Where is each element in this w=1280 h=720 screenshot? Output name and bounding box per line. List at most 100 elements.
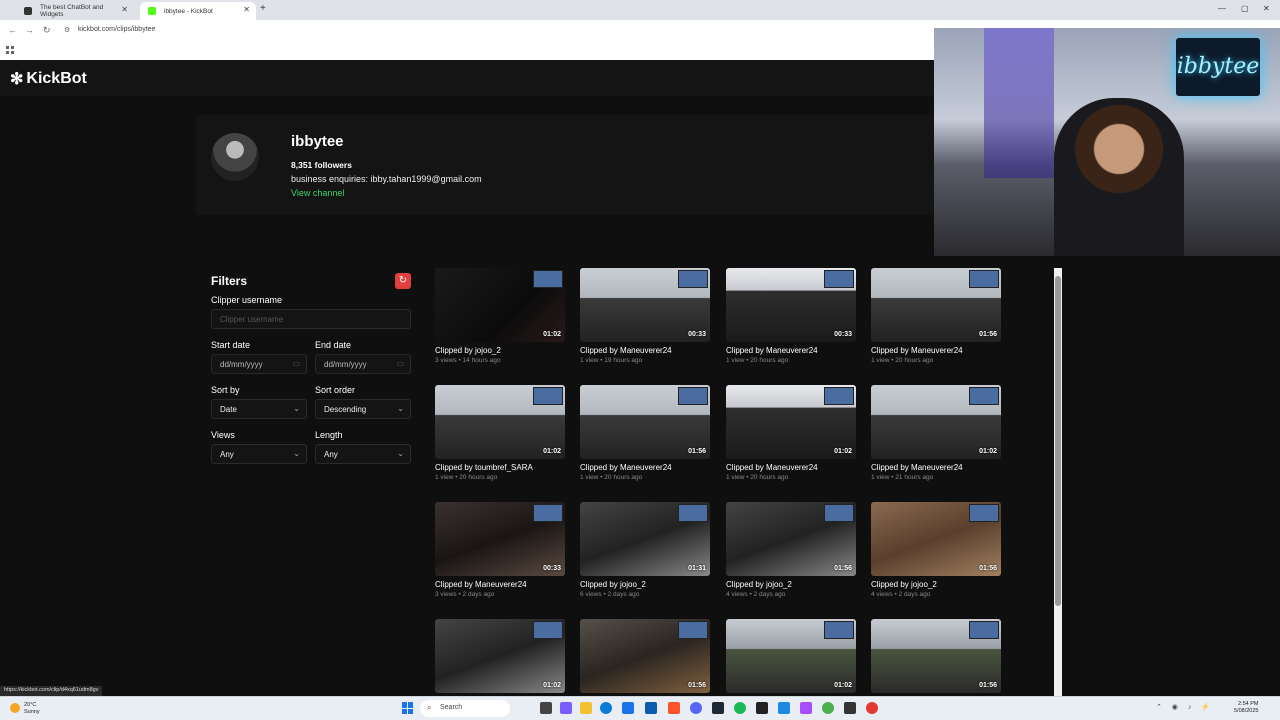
scrollbar-thumb[interactable] bbox=[1055, 276, 1061, 606]
clip-thumbnail[interactable]: 01:56 bbox=[580, 385, 710, 459]
apps-grid-icon[interactable] bbox=[6, 46, 14, 54]
start-button[interactable] bbox=[402, 702, 414, 714]
streamer bbox=[1054, 98, 1184, 256]
clip-duration: 00:33 bbox=[834, 331, 852, 338]
clip-card[interactable]: 01:02 Clipped by Maneuverer24 1 view • 20 … bbox=[726, 385, 856, 485]
clip-thumbnail[interactable]: 01:56 bbox=[580, 619, 710, 693]
taskbar-clock[interactable]: 2:54 PM 5/08/2025 bbox=[1234, 701, 1258, 715]
close-tab-icon[interactable]: ✕ bbox=[243, 5, 250, 14]
discord-icon[interactable] bbox=[690, 702, 702, 714]
clip-thumbnail[interactable]: 01:02 bbox=[435, 619, 565, 693]
task-view-icon[interactable] bbox=[540, 702, 552, 714]
clip-thumbnail[interactable]: 01:31 bbox=[580, 502, 710, 576]
clip-title[interactable]: Clipped by Maneuverer24 bbox=[580, 463, 672, 472]
app-icon[interactable] bbox=[866, 702, 878, 714]
twitch-icon[interactable] bbox=[800, 702, 812, 714]
clip-thumbnail[interactable]: 01:56 bbox=[871, 268, 1001, 342]
clip-card[interactable]: 01:56 Clipped by jojoo_2 4 views • 2 days … bbox=[726, 502, 856, 602]
sort-by-select[interactable]: Date ⌄ bbox=[211, 399, 307, 419]
close-tab-icon[interactable]: ✕ bbox=[121, 5, 128, 14]
epic-games-icon[interactable] bbox=[844, 702, 856, 714]
sort-order-select[interactable]: Descending ⌄ bbox=[315, 399, 411, 419]
clip-thumbnail[interactable]: 01:02 bbox=[435, 268, 565, 342]
terminal-icon[interactable] bbox=[756, 702, 768, 714]
clip-card[interactable]: 01:02 Clipped by toumbref_SARA 1 view • 20… bbox=[435, 385, 565, 485]
calendar-icon[interactable]: ▭ bbox=[396, 359, 404, 368]
clip-thumbnail[interactable]: 01:56 bbox=[871, 619, 1001, 693]
clip-title[interactable]: Clipped by jojoo_2 bbox=[435, 346, 501, 355]
clip-thumbnail[interactable]: 01:02 bbox=[726, 619, 856, 693]
new-tab-button[interactable]: + bbox=[260, 3, 266, 14]
outlook-icon[interactable] bbox=[645, 702, 657, 714]
clip-title[interactable]: Clipped by Maneuverer24 bbox=[580, 346, 672, 355]
maximize-icon[interactable]: ▢ bbox=[1241, 4, 1249, 13]
clip-card[interactable]: 01:02 Clipped by jojoo_2 3 views • 14 hour… bbox=[435, 268, 565, 368]
store-icon[interactable] bbox=[622, 702, 634, 714]
steam-icon[interactable] bbox=[712, 702, 724, 714]
clip-meta: 1 view • 20 hours ago bbox=[871, 357, 934, 364]
clip-title[interactable]: Clipped by Maneuverer24 bbox=[871, 463, 963, 472]
calendar-icon[interactable]: ▭ bbox=[292, 359, 300, 368]
thumbnail-webcam bbox=[824, 621, 854, 639]
clip-thumbnail[interactable]: 01:56 bbox=[726, 502, 856, 576]
clip-thumbnail[interactable]: 01:56 bbox=[871, 502, 1001, 576]
back-icon[interactable]: ← bbox=[8, 25, 17, 35]
clip-thumbnail[interactable]: 00:33 bbox=[726, 268, 856, 342]
thumbnail-webcam bbox=[969, 270, 999, 288]
clip-thumbnail[interactable]: 01:02 bbox=[871, 385, 1001, 459]
length-select[interactable]: Any ⌄ bbox=[315, 444, 411, 464]
clip-title[interactable]: Clipped by Maneuverer24 bbox=[726, 463, 818, 472]
right-pane bbox=[1062, 256, 1280, 696]
clip-meta: 1 view • 19 hours ago bbox=[580, 357, 643, 364]
forward-icon[interactable]: → bbox=[25, 25, 34, 35]
page-scrollbar[interactable] bbox=[1054, 268, 1062, 696]
thumbnail-webcam bbox=[824, 504, 854, 522]
chrome-icon[interactable] bbox=[822, 702, 834, 714]
clipper-username-input[interactable]: Clipper username bbox=[211, 309, 411, 329]
thumbnail-webcam bbox=[678, 387, 708, 405]
clip-card[interactable]: 01:56 Clipped by jojoo_2 4 views • 2 days … bbox=[871, 502, 1001, 602]
url-field[interactable]: kickbot.com/clips/ibbytee bbox=[78, 26, 155, 33]
kickbot-logo[interactable]: ✻ KickBot bbox=[10, 69, 87, 89]
spotify-icon[interactable] bbox=[734, 702, 746, 714]
clip-title[interactable]: Clipped by toumbref_SARA bbox=[435, 463, 533, 472]
site-info-icon[interactable]: ⚙ bbox=[64, 26, 70, 34]
clip-card[interactable]: 00:33 Clipped by Maneuverer24 1 view • 20 … bbox=[726, 268, 856, 368]
copilot-icon[interactable] bbox=[560, 702, 572, 714]
clip-title[interactable]: Clipped by Maneuverer24 bbox=[726, 346, 818, 355]
reload-icon[interactable]: ↻ bbox=[43, 25, 51, 36]
clip-card[interactable]: 01:02 Clipped by Maneuverer24 1 view • 21 … bbox=[871, 385, 1001, 485]
edge-icon[interactable] bbox=[600, 702, 612, 714]
minimize-icon[interactable]: — bbox=[1218, 4, 1226, 13]
close-window-icon[interactable]: ✕ bbox=[1263, 4, 1270, 13]
system-tray[interactable]: ⌃ ◉ ♪ ⚡ bbox=[1156, 703, 1214, 711]
clip-title[interactable]: Clipped by Maneuverer24 bbox=[435, 580, 527, 589]
clip-thumbnail[interactable]: 00:33 bbox=[435, 502, 565, 576]
sort-by-value: Date bbox=[220, 405, 237, 414]
clip-title[interactable]: Clipped by jojoo_2 bbox=[726, 580, 792, 589]
clip-title[interactable]: Clipped by Maneuverer24 bbox=[871, 346, 963, 355]
clip-card[interactable]: 00:33 Clipped by Maneuverer24 1 view • 19 … bbox=[580, 268, 710, 368]
clip-thumbnail[interactable]: 01:02 bbox=[726, 385, 856, 459]
end-date-input[interactable]: dd/mm/yyyy ▭ bbox=[315, 354, 411, 374]
thumbnail-webcam bbox=[533, 270, 563, 288]
refresh-icon: ↻ bbox=[398, 275, 408, 286]
clip-card[interactable]: 01:56 Clipped by Maneuverer24 1 view • 20 … bbox=[871, 268, 1001, 368]
view-channel-link[interactable]: View channel bbox=[291, 188, 344, 198]
clip-card[interactable]: 01:56 Clipped by Maneuverer24 1 view • 20 … bbox=[580, 385, 710, 485]
clip-title[interactable]: Clipped by jojoo_2 bbox=[871, 580, 937, 589]
views-select[interactable]: Any ⌄ bbox=[211, 444, 307, 464]
tab-kickbot[interactable]: ibbytee - KickBot ✕ bbox=[140, 2, 256, 20]
clip-card[interactable]: 01:31 Clipped by jojoo_2 6 views • 2 days … bbox=[580, 502, 710, 602]
reset-filters-button[interactable]: ↻ bbox=[395, 273, 411, 289]
clip-card[interactable]: 00:33 Clipped by Maneuverer24 3 views • 2 … bbox=[435, 502, 565, 602]
start-date-input[interactable]: dd/mm/yyyy ▭ bbox=[211, 354, 307, 374]
clip-thumbnail[interactable]: 00:33 bbox=[580, 268, 710, 342]
tab-chatbot[interactable]: The best ChatBot and Widgets ✕ bbox=[16, 2, 134, 20]
brave-icon[interactable] bbox=[668, 702, 680, 714]
clip-title[interactable]: Clipped by jojoo_2 bbox=[580, 580, 646, 589]
file-explorer-icon[interactable] bbox=[580, 702, 592, 714]
clip-thumbnail[interactable]: 01:02 bbox=[435, 385, 565, 459]
taskbar-search[interactable]: ⌕ Search bbox=[420, 700, 510, 717]
notepad-icon[interactable] bbox=[778, 702, 790, 714]
